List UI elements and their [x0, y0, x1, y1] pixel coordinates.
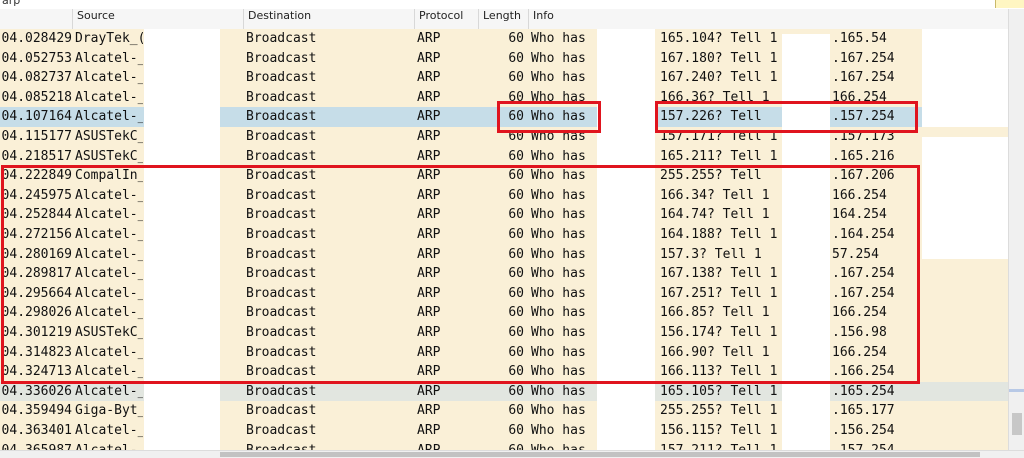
column-header-length[interactable]: Length [478, 9, 528, 29]
packet-length: 60 [508, 50, 524, 66]
packet-source: Giga-Byt_ [75, 403, 143, 419]
packet-time: 04.363401 [1, 423, 72, 438]
packet-source: Alcatel-_ [75, 89, 143, 105]
packet-list-header: Source Destination Protocol Length Info [0, 9, 1008, 30]
row-end-blank [922, 48, 1008, 69]
row-end-blank [922, 107, 1008, 127]
packet-protocol: ARP [417, 383, 441, 399]
packet-info-sender: .165.216 [832, 148, 895, 164]
packet-protocol: ARP [417, 70, 441, 86]
packet-info-prefix: Who has [531, 441, 601, 450]
packet-time: 04.115177 [1, 129, 72, 144]
column-header-info[interactable]: Info [528, 9, 1008, 29]
packet-protocol: ARP [417, 148, 441, 164]
packet-info-sender: .157.254 [832, 441, 922, 450]
packet-protocol: ARP [417, 50, 441, 66]
packet-destination: Broadcast [246, 441, 406, 450]
packet-info-target: 157.211? Tell 1 [660, 441, 782, 450]
packet-time: 04.365987 [0, 441, 72, 450]
packet-info-target: 165.105? Tell 1 [660, 383, 778, 399]
packet-info-prefix: Who has [531, 383, 586, 399]
packet-protocol: ARP [417, 403, 441, 419]
packet-length: 60 [508, 148, 524, 164]
packet-source: Alcatel-_ [75, 423, 143, 438]
column-header-destination[interactable]: Destination [243, 9, 414, 29]
horizontal-scrollbar-thumb[interactable] [220, 452, 980, 457]
packet-info-sender: .167.254 [832, 50, 895, 66]
column-header-protocol[interactable]: Protocol [414, 9, 478, 29]
packet-destination: Broadcast [246, 31, 317, 46]
packet-protocol: ARP [417, 89, 441, 105]
highlight-box-info [655, 101, 918, 133]
packet-source: Alcatel-_ [75, 70, 143, 86]
packet-source: ASUSTekC_ [75, 148, 143, 164]
packet-length: 60 [478, 441, 524, 450]
scroll-marker [1009, 389, 1024, 392]
packet-destination: Broadcast [246, 148, 317, 164]
packet-destination: Broadcast [246, 403, 317, 419]
filter-apply-button[interactable] [995, 0, 1024, 8]
packet-info-prefix: Who has [531, 403, 586, 419]
row-end-blank [922, 87, 1008, 108]
packet-info-prefix: Who has [531, 50, 586, 66]
packet-info-sender: .156.254 [832, 423, 895, 438]
redaction-mask-right [922, 137, 1008, 259]
packet-info-target: 165.104? Tell 1 [660, 31, 778, 46]
packet-info-target: 255.255? Tell 1 [660, 403, 778, 419]
column-header-time[interactable] [0, 9, 72, 29]
highlight-box-rows [1, 165, 920, 384]
vertical-scrollbar-thumb[interactable] [1012, 413, 1022, 435]
packet-destination: Broadcast [246, 109, 317, 125]
packet-protocol: ARP [417, 441, 477, 450]
column-header-source[interactable]: Source [72, 9, 244, 29]
packet-destination: Broadcast [246, 70, 317, 86]
packet-protocol: ARP [417, 109, 441, 125]
highlight-box-length [497, 101, 601, 133]
packet-length: 60 [508, 70, 524, 86]
packet-length: 60 [508, 403, 524, 419]
packet-length: 60 [508, 31, 524, 46]
packet-info-prefix: Who has [531, 148, 586, 164]
packet-time: 04.218517 [1, 148, 72, 164]
packet-destination: Broadcast [246, 89, 317, 105]
display-filter-input[interactable]: arp [2, 0, 20, 7]
packet-info-prefix: Who has [531, 423, 586, 438]
packet-time: 04.336026 [1, 383, 72, 399]
packet-info-target: 156.115? Tell 1 [660, 423, 778, 438]
packet-time: 04.052753 [1, 50, 72, 66]
packet-destination: Broadcast [246, 423, 317, 438]
packet-time: 04.028429 [1, 31, 72, 46]
packet-destination: Broadcast [246, 50, 317, 66]
packet-time: 04.359494 [1, 403, 72, 419]
packet-source: Alcatel-_ [75, 50, 143, 66]
packet-info-sender: .167.254 [832, 70, 895, 86]
packet-length: 60 [508, 383, 524, 399]
packet-length: 60 [508, 423, 524, 438]
packet-info-sender: .165.54 [832, 31, 887, 46]
packet-time: 04.107164 [1, 109, 72, 125]
packet-source: DrayTek_( [75, 31, 143, 46]
packet-info-target: 165.211? Tell 1 [660, 148, 778, 164]
packet-protocol: ARP [417, 423, 441, 438]
row-end-blank [922, 29, 1008, 49]
packet-info-sender: .165.254 [832, 383, 895, 399]
packet-source: Alcatel-_ [75, 109, 143, 125]
packet-protocol: ARP [417, 31, 441, 46]
packet-time: 04.082737 [1, 70, 72, 86]
packet-source: ASUSTekC_ [75, 129, 143, 144]
packet-info-prefix: Who has [531, 31, 586, 46]
packet-time: 04.085218 [1, 89, 72, 105]
packet-source: Alcatel-_ [75, 383, 143, 399]
packet-info-sender: .165.177 [832, 403, 895, 419]
packet-protocol: ARP [417, 129, 441, 144]
packet-info-target: 167.240? Tell 1 [660, 70, 778, 86]
packet-destination: Broadcast [246, 383, 317, 399]
packet-source: Alcatel-_ [75, 441, 143, 450]
row-end-blank [922, 68, 1008, 88]
packet-info-prefix: Who has [531, 70, 586, 86]
packet-destination: Broadcast [246, 129, 317, 144]
vertical-scrollbar[interactable] [1008, 9, 1024, 450]
packet-info-target: 167.180? Tell 1 [660, 50, 778, 66]
